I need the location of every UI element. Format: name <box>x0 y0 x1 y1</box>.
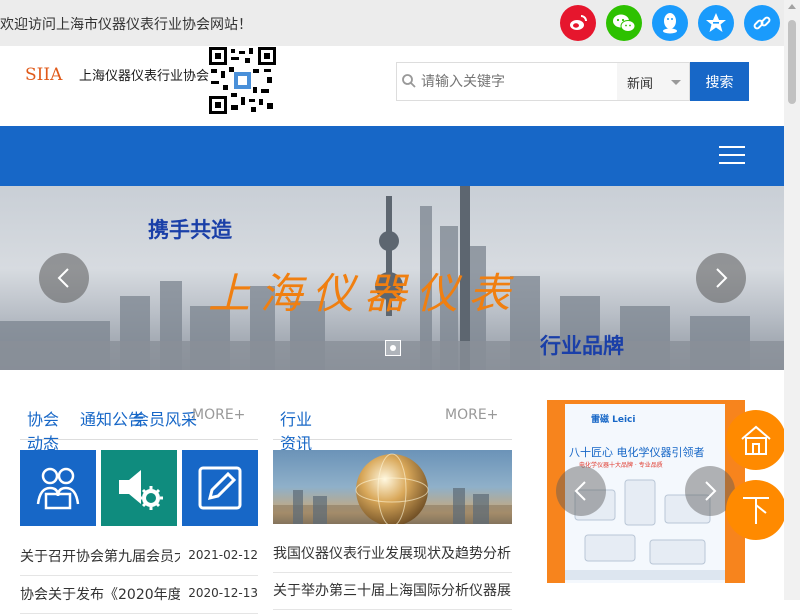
banner-slogan-3: 行业品牌 <box>540 334 624 358</box>
users-icon <box>36 467 80 510</box>
weibo-icon[interactable] <box>560 5 596 41</box>
hero-banner: 携手共造 上海仪器仪表 行业品牌 <box>0 186 784 370</box>
banner-slogan-2: 上海仪器仪表 <box>208 269 521 318</box>
main-nav-bar <box>0 126 784 186</box>
banner-prev-button[interactable] <box>39 253 89 303</box>
share-link-icon[interactable] <box>744 5 780 41</box>
tile-announcements[interactable] <box>101 450 177 526</box>
banner-pagination-dot[interactable] <box>385 340 401 356</box>
qr-code <box>209 47 276 114</box>
news-title[interactable]: 关于召开协会第九届会员大会的通知 <box>20 546 180 566</box>
search-input[interactable] <box>419 64 589 99</box>
ad-brand: 雷磁 Leici <box>591 415 636 425</box>
chevron-right-icon <box>716 268 728 288</box>
news-title[interactable]: 我国仪器仪表行业发展现状及趋势分析 <box>273 543 512 563</box>
industry-news-image[interactable] <box>273 450 512 524</box>
chevron-down-icon <box>671 80 681 85</box>
left-tabs: 协会动态 通知公告 会员风采 MORE+ <box>20 400 258 466</box>
ad-title: 八十匠心 电化学仪器引领者 <box>569 446 705 459</box>
search-button[interactable]: 搜索 <box>690 62 749 101</box>
top-bar: 欢迎访问上海市仪器仪表行业协会网站！ <box>0 0 784 46</box>
chevron-left-icon <box>574 481 586 501</box>
edit-icon <box>198 466 242 510</box>
news-item[interactable]: 协会关于发布《2020年度行业统计报告》的通知 2020-12-13 <box>20 578 258 614</box>
news-date: 2020-12-13 <box>188 586 258 600</box>
speaker-gear-icon <box>119 470 163 510</box>
tile-members[interactable] <box>20 450 96 526</box>
tile-registration[interactable] <box>182 450 258 526</box>
news-date: 2021-02-12 <box>188 548 258 562</box>
news-title[interactable]: 协会关于发布《2020年度行业统计报告》的通知 <box>20 584 180 604</box>
scroll-up-icon[interactable] <box>788 4 796 9</box>
wechat-icon[interactable] <box>606 5 642 41</box>
qq-icon[interactable] <box>652 5 688 41</box>
ad-prev-button[interactable] <box>556 466 606 516</box>
chevron-right-icon <box>705 481 717 501</box>
scrollbar-thumb[interactable] <box>788 20 796 104</box>
chevron-left-icon <box>57 268 69 288</box>
scroll-down-float-button[interactable] <box>726 480 786 540</box>
home-float-button[interactable] <box>726 410 786 470</box>
search-icon <box>402 74 416 88</box>
search-category-value: 新闻 <box>627 77 654 92</box>
down-arrow-icon <box>743 497 769 524</box>
menu-icon[interactable] <box>719 146 745 166</box>
middle-more-link[interactable]: MORE+ <box>445 407 498 423</box>
banner-slogan-1: 携手共造 <box>148 218 232 242</box>
page-scrollbar[interactable] <box>784 0 800 600</box>
home-icon <box>741 425 771 455</box>
middle-tabs: 行业资讯 MORE+ <box>273 400 512 466</box>
news-item[interactable]: 关于举办第三十届上海国际分析仪器展2022年 <box>273 574 512 610</box>
search-box: 新闻 <box>396 62 690 101</box>
welcome-text: 欢迎访问上海市仪器仪表行业协会网站！ <box>0 17 252 33</box>
tab-member-showcase[interactable]: 会员风采 <box>133 406 197 430</box>
logo-text: 上海仪器仪表行业协会 <box>79 69 210 84</box>
news-item[interactable]: 关于召开协会第九届会员大会的通知 2021-02-12 <box>20 540 258 576</box>
left-more-link[interactable]: MORE+ <box>192 407 245 423</box>
search-category-select[interactable]: 新闻 <box>617 63 689 100</box>
banner-next-button[interactable] <box>696 253 746 303</box>
site-logo[interactable]: SIIA 上海仪器仪表行业协会 <box>25 64 209 85</box>
logo-letters: SIIA <box>25 65 63 84</box>
news-title[interactable]: 关于举办第三十届上海国际分析仪器展2022年 <box>273 580 512 600</box>
news-item[interactable]: 我国仪器仪表行业发展现状及趋势分析 <box>273 537 512 573</box>
qzone-icon[interactable] <box>698 5 734 41</box>
